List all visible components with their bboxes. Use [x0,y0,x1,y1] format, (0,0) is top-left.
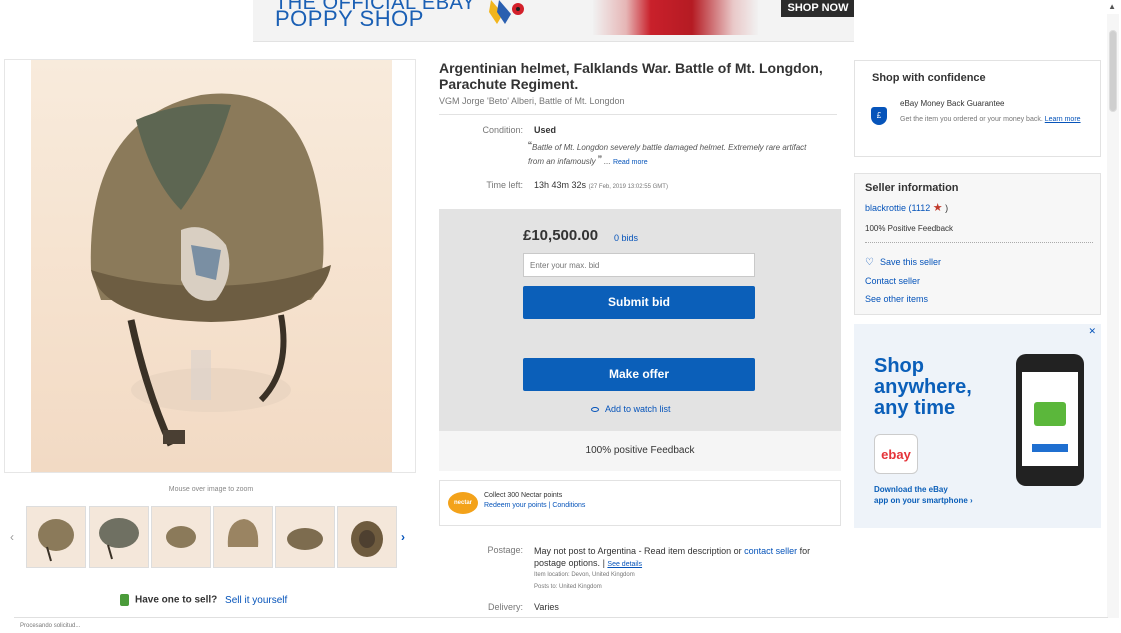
shop-now-button[interactable]: SHOP NOW [781,0,854,17]
nectar-links[interactable]: Redeem your points | Conditions [484,502,585,509]
posts-to: Posts to: United Kingdom [534,584,602,590]
current-price: £10,500.00 [523,227,599,244]
item-title: Argentinian helmet, Falklands War. Battl… [439,60,823,92]
ad-headline-line2: anywhere, [874,376,972,398]
ebay-logo-text: ebay [881,447,911,462]
phone-screen [1022,372,1078,466]
ad-headline-line1: Shop [874,355,924,377]
download-line1: Download the eBay [874,485,948,494]
seller-name-row: blackrottie (1112 ★ ) [865,201,948,214]
thumbnail-1[interactable] [26,506,86,568]
time-left: 13h 43m 32s (27 Feb, 2019 13:02:55 GMT) [534,180,668,190]
ad-headline: Shop anywhere, any time [874,356,972,419]
smartphone-illustration [1016,354,1084,486]
zoom-hint: Mouse over image to zoom [168,486,254,493]
condition-note: “Battle of Mt. Longdon severely battle d… [528,139,807,167]
money-back-shield-icon: £ [871,107,887,125]
tag-icon [120,594,129,606]
positive-feedback-text: 100% positive Feedback [585,445,695,456]
camera-app-icon [1034,402,1066,426]
feedback-close-paren: ) [945,203,949,213]
scrollbar-thumb[interactable] [1109,30,1117,112]
postage-text: May not post to Argentina - Read item de… [534,546,742,556]
thumb-next-arrow-icon[interactable]: › [401,530,405,544]
shop-with-confidence-box: Shop with confidence £ eBay Money Back G… [854,60,1101,157]
contact-seller-sidebar-link[interactable]: Contact seller [865,276,920,286]
eye-icon [591,407,599,413]
close-ad-icon[interactable]: ✕ [1088,326,1096,337]
thumb-prev-arrow-icon[interactable]: ‹ [10,530,14,544]
scrollbar[interactable] [1107,14,1119,618]
thumbnail-strip: ‹ › [10,506,416,571]
save-seller-label: Save this seller [879,257,941,267]
seller-username-link[interactable]: blackrottie [865,203,906,213]
delivery-value: Varies [534,602,559,612]
confidence-title: Shop with confidence [872,72,986,84]
seller-positive-feedback: 100% Positive Feedback [865,224,954,233]
browser-status-bar: Procesando solicitud... [14,617,1108,633]
helmet-photo[interactable] [31,60,392,472]
guarantee-title: eBay Money Back Guarantee [900,99,1005,108]
read-more-link[interactable]: Read more [613,159,648,166]
poppy-product-image [593,0,758,35]
make-offer-button[interactable]: Make offer [523,358,755,391]
add-to-watch-list-link[interactable]: Add to watch list [591,404,671,414]
close-quote-icon: ” [597,153,602,167]
condition-label: Condition: [482,125,523,135]
sell-prompt: Have one to sell? [135,594,218,606]
thumbnail-5[interactable] [275,506,335,568]
sell-it-yourself-link[interactable]: Sell it yourself [225,595,287,606]
guarantee-description: Get the item you ordered or your money b… [900,116,1043,123]
watch-label: Add to watch list [605,404,671,414]
thumbnail-4[interactable] [213,506,273,568]
condition-note-text: Battle of Mt. Longdon severely battle da… [528,143,807,166]
buy-button-illustration [1032,444,1068,452]
download-line2: app on your smartphone › [874,496,973,505]
nectar-logo: nectar [448,492,478,514]
ad-headline-line3: any time [874,397,956,419]
contact-seller-link[interactable]: contact seller [744,546,797,556]
main-image-viewer[interactable] [4,59,416,473]
nectar-points-box: nectar Collect 300 Nectar points Redeem … [439,480,841,526]
postage-label: Postage: [487,545,523,555]
heart-icon: ♡ [865,257,874,268]
postage-info: May not post to Argentina - Read item de… [534,546,811,568]
submit-bid-button[interactable]: Submit bid [523,286,755,319]
condition-value: Used [534,125,557,135]
helmet-illustration [90,93,331,447]
end-time: (27 Feb, 2019 13:02:55 GMT) [588,184,668,190]
time-left-label: Time left: [486,180,523,190]
learn-more-link[interactable]: Learn more [1045,116,1081,123]
scroll-up-arrow-icon[interactable]: ▲ [1108,2,1116,11]
time-left-value: 13h 43m 32s [534,180,587,190]
save-seller-link[interactable]: ♡ Save this seller [865,257,941,268]
nectar-collect-text: Collect 300 Nectar points [484,492,563,499]
seller-info-title: Seller information [865,182,959,194]
seller-information-box: Seller information blackrottie (1112 ★ )… [854,173,1101,315]
divider [439,114,837,115]
item-location: Item location: Devon, United Kingdom [534,572,635,578]
thumbnail-3[interactable] [151,506,211,568]
thumbnail-6[interactable] [337,506,397,568]
poppy-shop-banner-ad[interactable]: THE OFFICIAL EBAY POPPY SHOP SHOP NOW [253,0,854,42]
guarantee-text: Get the item you ordered or your money b… [900,114,1090,125]
dotted-divider [865,242,1093,243]
max-bid-input[interactable] [523,253,755,277]
feedback-score[interactable]: (1112 [909,203,931,213]
ribbon-icon [489,0,524,24]
star-icon: ★ [932,202,943,214]
bid-panel: £10,500.00 0 bids Submit bid Make offer … [439,209,841,471]
item-subtitle: VGM Jorge 'Beto' Alberi, Battle of Mt. L… [439,96,625,106]
sell-it-yourself-row: Have one to sell? Sell it yourself [120,594,287,606]
delivery-label: Delivery: [487,602,523,612]
ebay-app-ad[interactable]: ✕ Shop anywhere, any time ebay Download … [854,324,1101,528]
see-details-link[interactable]: See details [607,561,642,568]
bid-count-link[interactable]: 0 bids [614,233,638,243]
banner-line2: POPPY SHOP [275,6,424,31]
ebay-app-logo: ebay [874,434,918,474]
thumbnail-2[interactable] [89,506,149,568]
see-other-items-link[interactable]: See other items [865,294,928,304]
download-app-text[interactable]: Download the eBay app on your smartphone… [874,484,973,506]
